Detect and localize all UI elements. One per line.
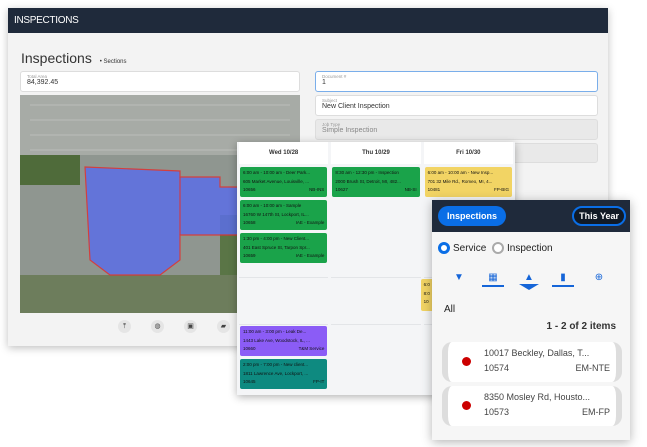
value: 1: [322, 79, 326, 86]
event-time-title: 6:0: [423, 282, 430, 287]
event-code: NB-INS: [309, 187, 325, 192]
event-address: 1443 Lake Ave, Woodstock, IL, ...: [243, 337, 310, 343]
thermometer-icon[interactable]: ▮: [552, 272, 574, 287]
event-id: 10656: [243, 187, 256, 192]
event-address: 2000 Brush St, Detroit, MI, 482...: [335, 178, 401, 184]
event-time-title: 8:30 am - 12:30 pm - Inspection: [335, 170, 399, 175]
calendar-icon[interactable]: ▦: [482, 272, 504, 287]
hour-line: [331, 277, 421, 278]
app-header: INSPECTIONS: [8, 8, 608, 33]
inspection-radio[interactable]: Inspection: [492, 242, 553, 254]
event-address: 701 32 Mile Rd., Romeo, MI, 4...: [427, 178, 493, 184]
radio-label: Inspection: [507, 242, 553, 254]
event-id: 10659: [243, 253, 256, 258]
status-dot-icon: [462, 357, 471, 366]
event-address: 1811 Lawrence Ave, Lockport, ...: [243, 370, 309, 376]
calendar-event[interactable]: 6:00 am - 10:00 am - New Insp... 701 32 M…: [424, 167, 512, 197]
upload-icon[interactable]: ⤒: [118, 320, 131, 333]
sections-link[interactable]: • Sections: [100, 59, 127, 65]
event-address: 16760 W 147th St, Lockport, IL...: [243, 211, 309, 217]
mobile-header: Inspections This Year: [432, 200, 630, 232]
item-address: 8350 Mosley Rd, Housto...: [484, 392, 591, 402]
list-item[interactable]: 8350 Mosley Rd, Housto... 10573 EM-FP: [442, 386, 622, 426]
alert-icon[interactable]: ▲: [518, 272, 540, 292]
add-icon[interactable]: ⊕: [588, 272, 610, 283]
event-id: 10660: [243, 346, 256, 351]
filter-label: All: [444, 304, 456, 315]
item-code: EM-NTE: [575, 363, 611, 373]
document-number-field[interactable]: Document #1: [315, 71, 598, 92]
calendar-event[interactable]: 6:00 am - 10:00 am - Sample 16760 W 147th…: [240, 200, 328, 230]
event-time-title: 6:00 am - 10:00 am - Sample: [243, 203, 302, 208]
hour-line: [239, 324, 329, 325]
service-radio[interactable]: Service: [438, 242, 486, 254]
inspections-tab[interactable]: Inspections: [438, 206, 507, 226]
sections-label: Sections: [103, 59, 127, 65]
calendar-event[interactable]: 11:00 am - 3:00 pm - Leak De... 1443 Lake…: [240, 326, 328, 356]
this-year-button[interactable]: This Year: [572, 206, 626, 226]
subject-field[interactable]: Subject New Client Inspection: [315, 95, 598, 116]
event-code: NB-SI: [404, 187, 417, 192]
day-header: Thu 10/29: [331, 142, 421, 164]
day-header: Fri 10/30: [423, 142, 513, 164]
event-time-title: 6:00 am - 10:00 am - Deer Park...: [243, 170, 311, 175]
value: New Client Inspection: [322, 103, 390, 110]
event-address: 401 East Spruce St, Tarpon Spr...: [243, 244, 310, 250]
calendar-event[interactable]: 2:00 pm - 7:00 pm - New client... 1811 La…: [240, 359, 328, 389]
job-type-field: Job Type Simple Inspection: [315, 119, 598, 140]
event-time-title: 2:00 pm - 7:00 pm - New client...: [243, 362, 309, 367]
event-code: IAE - Example: [295, 220, 325, 225]
item-id: 10574: [484, 363, 510, 373]
event-id: 10: [423, 299, 429, 304]
map-toolbar: ⤒ ◍ ▣ ▰: [118, 320, 230, 333]
event-id: 10481: [427, 187, 441, 192]
day-column: Wed 10/28 6:00 am - 10:00 am - Deer Park.…: [239, 142, 329, 395]
mobile-panel: Inspections This Year Service Inspection…: [432, 200, 630, 440]
radio-checked-icon: [438, 242, 450, 254]
day-column: Thu 10/29 8:30 am - 12:30 pm - Inspection…: [331, 142, 421, 395]
value: 84,392.45: [27, 79, 59, 86]
calendar-event[interactable]: 6:00 am - 10:00 am - Deer Park... 605 Mar…: [240, 167, 328, 197]
event-id: 10645: [243, 379, 256, 384]
event-id: 10627: [335, 187, 348, 192]
camera-icon[interactable]: ▣: [184, 320, 197, 333]
event-id: 10658: [243, 220, 256, 225]
calendar-event[interactable]: 8:30 am - 12:30 pm - Inspection 2000 Brus…: [332, 167, 420, 197]
radio-label: Service: [453, 242, 487, 254]
hour-line: [331, 324, 421, 325]
item-code: EM-FP: [582, 407, 610, 417]
event-time-title: 11:00 am - 3:00 pm - Leak De...: [243, 329, 307, 334]
item-count: 1 - 2 of 2 items: [546, 321, 616, 332]
event-code: T&M Service: [298, 346, 325, 351]
event-address: 605 Market Avenue, Louisville, ...: [243, 178, 309, 184]
title-text: Inspections: [21, 50, 92, 66]
list-item[interactable]: 10017 Beckley, Dallas, T... 10574 EM-NTE: [442, 342, 622, 382]
hour-line: [239, 277, 329, 278]
status-dot-icon: [462, 401, 471, 410]
folder-icon[interactable]: ▰: [217, 320, 230, 333]
event-code: IAE - Example: [295, 253, 325, 258]
calendar-event[interactable]: 1:30 pm - 4:00 pm - New Client... 401 Eas…: [240, 233, 328, 263]
event-address: 8:0: [423, 290, 430, 296]
event-code: FP-IT: [313, 379, 325, 384]
item-address: 10017 Beckley, Dallas, T...: [484, 348, 590, 358]
radio-unchecked-icon: [492, 242, 504, 254]
total-area-field[interactable]: Total Area 84,392.45: [20, 71, 300, 92]
event-time-title: 6:00 am - 10:00 am - New Insp...: [427, 170, 494, 175]
page-title: Inspections • Sections: [21, 50, 127, 66]
event-code: FP-BIG: [493, 187, 509, 192]
item-id: 10573: [484, 407, 510, 417]
filter-icon[interactable]: ▼: [448, 272, 470, 283]
event-time-title: 1:30 pm - 4:00 pm - New Client...: [243, 236, 310, 241]
globe-icon[interactable]: ◍: [151, 320, 164, 333]
value: Simple Inspection: [322, 127, 378, 134]
day-header: Wed 10/28: [239, 142, 329, 164]
